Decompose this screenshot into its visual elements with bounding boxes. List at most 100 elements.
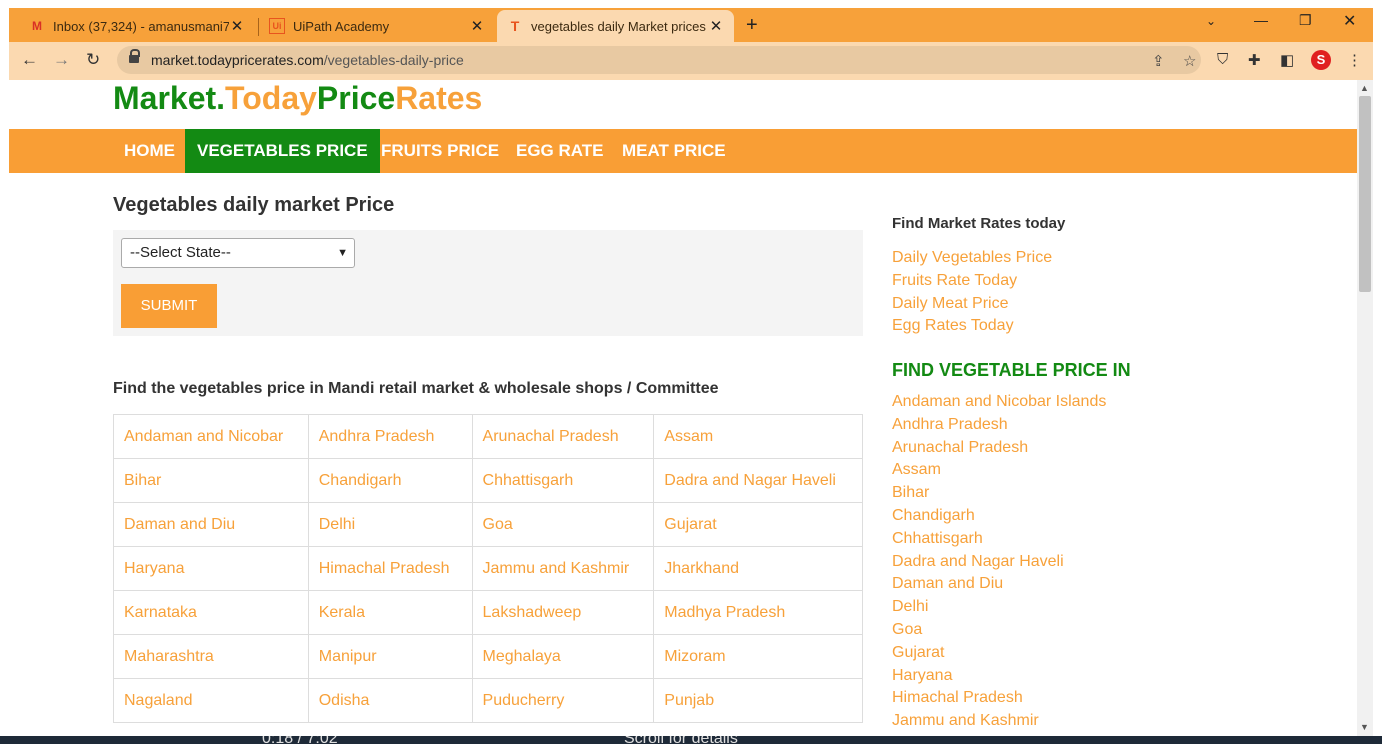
sidebar-state-link[interactable]: Arunachal Pradesh bbox=[892, 437, 1106, 460]
state-form: --Select State-- ▼ SUBMIT bbox=[113, 230, 863, 336]
sidebar-state-link[interactable]: Bihar bbox=[892, 482, 1106, 505]
shield-extension-icon[interactable]: ⛉ bbox=[1217, 51, 1228, 68]
state-link[interactable]: Madhya Pradesh bbox=[653, 590, 863, 635]
reload-icon[interactable]: ↻ bbox=[86, 50, 100, 70]
sidebar-state-link[interactable]: Gujarat bbox=[892, 642, 1106, 665]
restore-icon[interactable]: ❐ bbox=[1299, 12, 1312, 29]
close-tab-icon[interactable]: ✕ bbox=[708, 17, 724, 35]
sidebar-state-link[interactable]: Delhi bbox=[892, 596, 1106, 619]
nav-fruits-price[interactable]: FRUITS PRICE bbox=[369, 129, 511, 173]
video-time: 0:18 / 7:02 bbox=[262, 736, 338, 744]
state-link[interactable]: Lakshadweep bbox=[471, 590, 655, 635]
sidebar-state-link[interactable]: Chhattisgarh bbox=[892, 528, 1106, 551]
sidebar-state-link[interactable]: Daman and Diu bbox=[892, 573, 1106, 596]
sidebar-state-link[interactable]: Goa bbox=[892, 619, 1106, 642]
address-bar[interactable]: market.todaypricerates.com/vegetables-da… bbox=[117, 46, 1201, 74]
minimize-icon[interactable]: — bbox=[1254, 12, 1268, 28]
state-link[interactable]: Mizoram bbox=[653, 634, 863, 679]
sidebar-state-link[interactable]: Jammu and Kashmir bbox=[892, 710, 1106, 733]
extensions-puzzle-icon[interactable]: ✚ bbox=[1248, 51, 1261, 69]
web-page: Market.TodayPriceRates HOME VEGETABLES P… bbox=[9, 80, 1357, 736]
close-tab-icon[interactable]: ✕ bbox=[229, 17, 245, 35]
site-logo[interactable]: Market.TodayPriceRates bbox=[113, 80, 482, 117]
state-link[interactable]: Goa bbox=[471, 502, 655, 547]
state-link[interactable]: Odisha bbox=[307, 678, 473, 723]
nav-vegetables-price[interactable]: VEGETABLES PRICE bbox=[185, 129, 380, 173]
state-link[interactable]: Haryana bbox=[113, 546, 309, 591]
sidebar-link[interactable]: Daily Meat Price bbox=[892, 293, 1052, 316]
browser-toolbar: ← → ↻ market.todaypricerates.com/vegetab… bbox=[9, 42, 1373, 80]
menu-kebab-icon[interactable]: ⋮ bbox=[1347, 51, 1362, 69]
close-tab-icon[interactable]: ✕ bbox=[469, 17, 485, 35]
table-row: Karnataka Kerala Lakshadweep Madhya Pradesh bbox=[113, 590, 863, 635]
state-link[interactable]: Chandigarh bbox=[307, 458, 473, 503]
state-link[interactable]: Daman and Diu bbox=[113, 502, 309, 547]
state-link[interactable]: Jharkhand bbox=[653, 546, 863, 591]
video-caption: Scroll for details bbox=[624, 736, 738, 744]
close-window-icon[interactable]: ✕ bbox=[1343, 11, 1356, 31]
video-player-overlay: 0:18 / 7:02 Scroll for details bbox=[0, 736, 1382, 744]
scroll-up-arrow-icon[interactable]: ▲ bbox=[1360, 83, 1369, 93]
state-link[interactable]: Delhi bbox=[307, 502, 473, 547]
bookmark-star-icon[interactable]: ☆ bbox=[1183, 52, 1196, 70]
sidebar-state-link[interactable]: Andhra Pradesh bbox=[892, 414, 1106, 437]
sidebar-heading: Find Market Rates today bbox=[892, 215, 1066, 232]
share-icon[interactable]: ⇪ bbox=[1152, 52, 1165, 70]
profile-extension-icon[interactable]: S bbox=[1311, 50, 1331, 70]
nav-egg-rate[interactable]: EGG RATE bbox=[504, 129, 616, 173]
sidebar-state-link[interactable]: Haryana bbox=[892, 665, 1106, 688]
new-tab-icon[interactable]: + bbox=[746, 14, 758, 37]
tab-vegetables[interactable]: T vegetables daily Market prices to ✕ bbox=[497, 10, 734, 42]
state-link[interactable]: Puducherry bbox=[471, 678, 655, 723]
sidebar-state-link[interactable]: Chandigarh bbox=[892, 505, 1106, 528]
state-link[interactable]: Himachal Pradesh bbox=[307, 546, 473, 591]
sidebar-heading-states: FIND VEGETABLE PRICE IN bbox=[892, 360, 1131, 380]
state-link[interactable]: Kerala bbox=[307, 590, 473, 635]
tab-strip: M Inbox (37,324) - amanusmani786 ✕ Ui Ui… bbox=[9, 8, 1373, 42]
table-heading: Find the vegetables price in Mandi retai… bbox=[113, 380, 719, 397]
back-icon[interactable]: ← bbox=[21, 50, 38, 70]
state-link[interactable]: Gujarat bbox=[653, 502, 863, 547]
state-link[interactable]: Jammu and Kashmir bbox=[471, 546, 655, 591]
states-table: Andaman and Nicobar Andhra Pradesh Arunach… bbox=[113, 414, 863, 723]
scrollbar-thumb[interactable] bbox=[1359, 96, 1371, 292]
state-link[interactable]: Bihar bbox=[113, 458, 309, 503]
scroll-down-arrow-icon[interactable]: ▼ bbox=[1360, 722, 1369, 732]
sidebar-link[interactable]: Egg Rates Today bbox=[892, 315, 1052, 338]
forward-icon[interactable]: → bbox=[53, 50, 70, 70]
nav-meat-price[interactable]: MEAT PRICE bbox=[610, 129, 738, 173]
state-link[interactable]: Manipur bbox=[307, 634, 473, 679]
sidebar-link[interactable]: Daily Vegetables Price bbox=[892, 247, 1052, 270]
page-scrollbar[interactable]: ▲ ▼ bbox=[1357, 80, 1373, 736]
chevron-down-icon: ▼ bbox=[337, 247, 348, 259]
sidebar-state-link[interactable]: Assam bbox=[892, 459, 1106, 482]
table-row: Nagaland Odisha Puducherry Punjab bbox=[113, 678, 863, 723]
uipath-icon: Ui bbox=[269, 18, 285, 34]
state-link[interactable]: Andaman and Nicobar bbox=[113, 414, 309, 459]
state-select[interactable]: --Select State-- ▼ bbox=[121, 238, 355, 268]
submit-button[interactable]: SUBMIT bbox=[121, 284, 217, 328]
state-link[interactable]: Nagaland bbox=[113, 678, 309, 723]
state-link[interactable]: Karnataka bbox=[113, 590, 309, 635]
state-link[interactable]: Chhattisgarh bbox=[471, 458, 655, 503]
state-link[interactable]: Assam bbox=[653, 414, 863, 459]
tab-search-icon[interactable]: ⌄ bbox=[1206, 14, 1216, 28]
tab-gmail[interactable]: M Inbox (37,324) - amanusmani786 ✕ bbox=[19, 10, 255, 42]
state-link[interactable]: Maharashtra bbox=[113, 634, 309, 679]
sidebar-link[interactable]: Fruits Rate Today bbox=[892, 270, 1052, 293]
site-t-icon: T bbox=[510, 18, 520, 34]
tab-uipath[interactable]: Ui UiPath Academy ✕ bbox=[259, 10, 495, 42]
sidebar-links: Daily Vegetables Price Fruits Rate Today D… bbox=[892, 247, 1052, 338]
side-panel-icon[interactable]: ◧ bbox=[1280, 51, 1294, 69]
nav-home[interactable]: HOME bbox=[112, 129, 187, 173]
state-link[interactable]: Arunachal Pradesh bbox=[471, 414, 655, 459]
browser-chrome: M Inbox (37,324) - amanusmani786 ✕ Ui Ui… bbox=[9, 8, 1373, 80]
state-link[interactable]: Andhra Pradesh bbox=[307, 414, 473, 459]
state-link[interactable]: Meghalaya bbox=[471, 634, 655, 679]
state-link[interactable]: Punjab bbox=[653, 678, 863, 723]
sidebar-state-link[interactable]: Andaman and Nicobar Islands bbox=[892, 391, 1106, 414]
state-link[interactable]: Dadra and Nagar Haveli bbox=[653, 458, 863, 503]
sidebar-state-link[interactable]: Himachal Pradesh bbox=[892, 687, 1106, 710]
lock-icon bbox=[129, 49, 140, 66]
sidebar-state-link[interactable]: Dadra and Nagar Haveli bbox=[892, 551, 1106, 574]
